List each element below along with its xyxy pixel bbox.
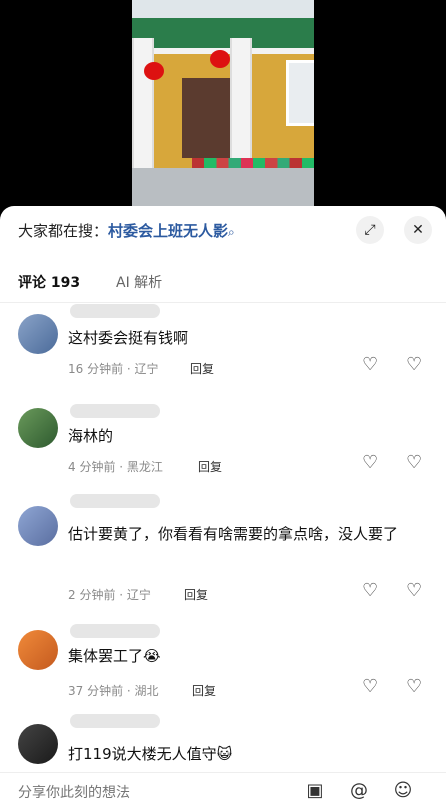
username-blur — [70, 714, 160, 728]
dislike-icon[interactable]: ♡ — [406, 676, 422, 697]
search-query-link[interactable]: 村委会上班无人影 — [108, 222, 228, 240]
red-lantern — [144, 62, 164, 80]
comment-item: 这村委会挺有钱啊 16 分钟前 · 辽宁 回复 ♡ ♡ — [0, 304, 446, 404]
emoji-icon[interactable]: ☺ — [392, 779, 414, 800]
comment-item: 海林的 4 分钟前 · 黑龙江 回复 ♡ ♡ — [0, 404, 446, 504]
comment-input[interactable] — [18, 779, 268, 800]
avatar[interactable] — [18, 724, 58, 764]
door — [182, 78, 230, 158]
pillar — [132, 38, 154, 178]
video-frame — [132, 0, 314, 206]
pillar — [230, 38, 252, 178]
avatar[interactable] — [18, 408, 58, 448]
image-icon[interactable]: ▣ — [304, 779, 326, 800]
username-blur — [70, 494, 160, 508]
comment-meta: 16 分钟前 · 辽宁 — [68, 362, 159, 376]
expand-button[interactable]: ⤢ — [356, 216, 384, 244]
avatar[interactable] — [18, 630, 58, 670]
tab-comments-label: 评论 — [18, 275, 46, 291]
comment-item: 集体罢工了😭 37 分钟前 · 湖北 回复 ♡ ♡ — [0, 624, 446, 724]
like-icon[interactable]: ♡ — [362, 676, 378, 697]
comment-list: 这村委会挺有钱啊 16 分钟前 · 辽宁 回复 ♡ ♡ 海林的 4 分钟前 · … — [0, 304, 446, 764]
comment-meta: 2 分钟前 · 辽宁 — [68, 588, 151, 602]
comment-tabs: 评论 193 AI 解析 — [0, 266, 446, 303]
avatar[interactable] — [18, 314, 58, 354]
dislike-icon[interactable]: ♡ — [406, 452, 422, 473]
window — [286, 60, 314, 126]
comments-header: 大家都在搜：村委会上班无人影⌕ ⤢ ✕ — [0, 206, 446, 254]
tab-ai[interactable]: AI 解析 — [116, 272, 162, 292]
tab-comments[interactable]: 评论 193 — [18, 272, 80, 292]
comments-sheet: 大家都在搜：村委会上班无人影⌕ ⤢ ✕ 评论 193 AI 解析 这村委会挺有钱… — [0, 206, 446, 800]
comment-composer: ▣ @ ☺ — [0, 772, 446, 800]
username-blur — [70, 624, 160, 638]
close-icon: ✕ — [412, 222, 424, 238]
video-player[interactable] — [0, 0, 446, 206]
dislike-icon[interactable]: ♡ — [406, 580, 422, 601]
dislike-icon[interactable]: ♡ — [406, 354, 422, 375]
close-button[interactable]: ✕ — [404, 216, 432, 244]
avatar[interactable] — [18, 506, 58, 546]
comment-text: 集体罢工了😭 — [68, 647, 161, 665]
building — [132, 18, 314, 194]
reply-button[interactable]: 回复 — [190, 360, 214, 377]
like-icon[interactable]: ♡ — [362, 452, 378, 473]
comment-meta: 4 分钟前 · 黑龙江 — [68, 460, 163, 474]
red-lantern — [210, 50, 230, 68]
search-suggestion[interactable]: 大家都在搜：村委会上班无人影⌕ — [18, 220, 235, 241]
comment-text: 海林的 — [68, 427, 114, 445]
comment-item: 估计要黄了，你看看有啥需要的拿点啥，没人要了 2 分钟前 · 辽宁 回复 ♡ ♡ — [0, 494, 446, 624]
like-icon[interactable]: ♡ — [362, 580, 378, 601]
search-icon: ⌕ — [228, 225, 235, 239]
username-blur — [70, 304, 160, 318]
comment-text: 估计要黄了，你看看有啥需要的拿点啥，没人要了 — [68, 525, 399, 543]
at-icon[interactable]: @ — [348, 779, 370, 800]
reply-button[interactable]: 回复 — [192, 682, 216, 699]
reply-button[interactable]: 回复 — [198, 458, 222, 475]
tab-ai-label: AI 解析 — [116, 275, 163, 291]
tab-comments-count: 193 — [50, 275, 81, 291]
like-icon[interactable]: ♡ — [362, 354, 378, 375]
comment-text: 这村委会挺有钱啊 — [68, 329, 189, 347]
comment-item: 打119说大楼无人值守😺 — [0, 714, 446, 774]
expand-icon: ⤢ — [364, 222, 376, 238]
building-roof — [132, 18, 314, 54]
comment-text: 打119说大楼无人值守😺 — [68, 745, 233, 763]
ground — [132, 168, 314, 206]
username-blur — [70, 404, 160, 418]
comment-meta: 37 分钟前 · 湖北 — [68, 684, 159, 698]
search-prefix: 大家都在搜： — [18, 222, 109, 240]
reply-button[interactable]: 回复 — [184, 586, 208, 603]
